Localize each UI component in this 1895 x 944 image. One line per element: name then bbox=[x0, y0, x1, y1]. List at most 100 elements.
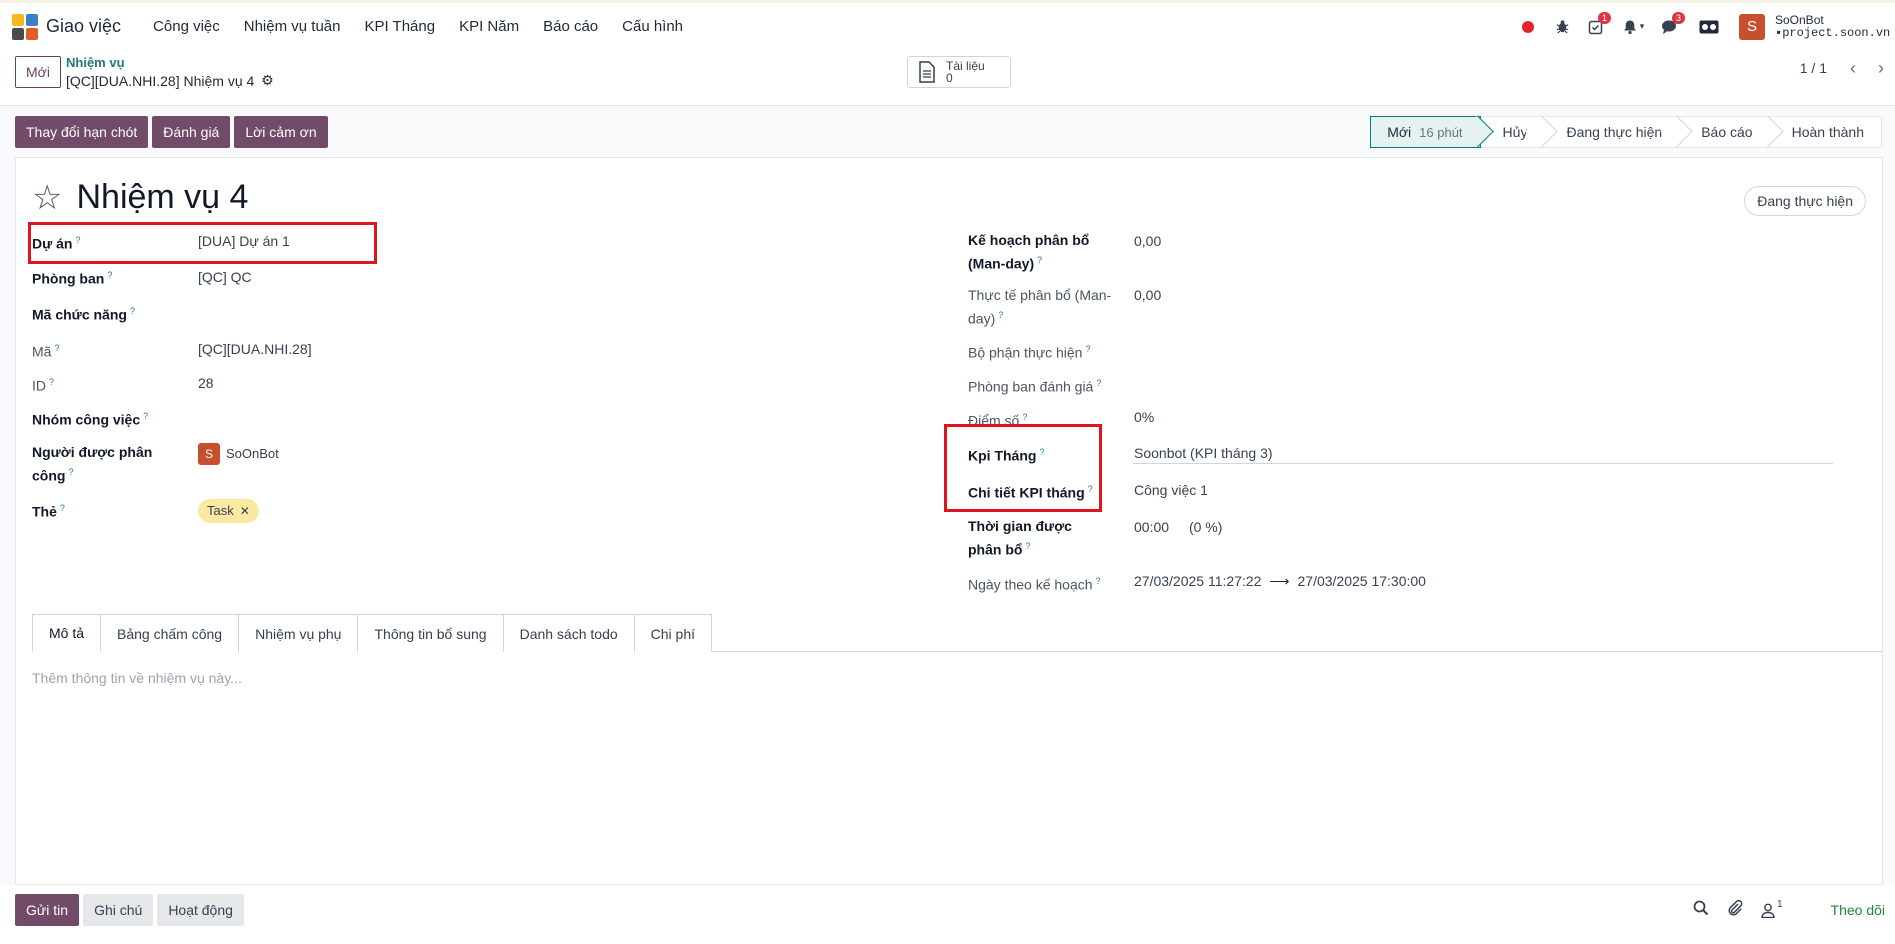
form-sheet: ☆ Nhiệm vụ 4 Đang thực hiện Dự án? [DUA]… bbox=[15, 157, 1883, 885]
chatter-tools: 1 Theo dõi bbox=[1693, 894, 1885, 926]
pager: 1 / 1 ‹ › bbox=[1800, 56, 1895, 80]
evaluate-button[interactable]: Đánh giá bbox=[152, 116, 231, 148]
highlight-project bbox=[28, 222, 377, 264]
stage-new[interactable]: Mới 16 phút bbox=[1370, 116, 1481, 148]
stage-report[interactable]: Báo cáo bbox=[1679, 116, 1770, 148]
star-icon[interactable]: ☆ bbox=[32, 181, 62, 215]
systray: 1 ▾ 3 S SoOnBot ▪project.soon.vn bbox=[1511, 3, 1895, 50]
stage-done[interactable]: Hoàn thành bbox=[1769, 116, 1882, 148]
id-value: 28 bbox=[198, 375, 214, 391]
actual-alloc-label: Thực tế phân bổ (Man-day)? bbox=[968, 287, 1112, 327]
breadcrumb-parent[interactable]: Nhiệm vụ bbox=[66, 55, 125, 70]
followers-count: 1 bbox=[1776, 898, 1783, 910]
remove-tag-icon[interactable]: ✕ bbox=[240, 501, 250, 521]
alloc-time-label: Thời gian được phân bổ? bbox=[968, 518, 1072, 558]
app-logo-icon[interactable] bbox=[12, 13, 38, 40]
menu-cong-viec[interactable]: Công việc bbox=[141, 18, 232, 35]
bug-icon[interactable] bbox=[1545, 12, 1579, 42]
bell-icon[interactable]: ▾ bbox=[1613, 12, 1653, 42]
activity-badge: 1 bbox=[1597, 11, 1611, 24]
eval-dept-label: Phòng ban đánh giá? bbox=[968, 378, 1102, 395]
send-message-button[interactable]: Gửi tin bbox=[15, 894, 80, 926]
kpi-month-field[interactable]: Soonbot (KPI tháng 3) bbox=[1134, 443, 1273, 463]
function-code-label: Mã chức năng? bbox=[32, 306, 135, 323]
header-actions: Thay đổi hạn chót Đánh giá Lời cảm ơn bbox=[15, 116, 328, 148]
plan-date-end[interactable]: 27/03/2025 17:30:00 bbox=[1298, 571, 1426, 591]
plan-alloc-label: Kế hoạch phân bổ (Man-day)? bbox=[968, 232, 1090, 272]
followers-button[interactable]: 1 bbox=[1761, 899, 1783, 918]
id-label: ID? bbox=[32, 377, 55, 394]
stage-new-label: Mới bbox=[1387, 124, 1412, 140]
search-icon[interactable] bbox=[1693, 900, 1709, 920]
tab-extra-info[interactable]: Thông tin bổ sung bbox=[357, 614, 504, 652]
actual-alloc-value: 0,00 bbox=[1134, 287, 1162, 303]
title-row: ☆ Nhiệm vụ 4 bbox=[32, 178, 248, 217]
breadcrumb-current: [QC][DUA.NHI.28] Nhiệm vụ 4 ⚙ bbox=[66, 72, 274, 89]
kpi-detail-field[interactable]: Công việc 1 bbox=[1134, 480, 1208, 500]
record-icon[interactable] bbox=[1511, 12, 1545, 42]
thank-you-button[interactable]: Lời cảm ơn bbox=[234, 116, 328, 148]
app-name[interactable]: Giao việc bbox=[46, 16, 121, 37]
description-editor[interactable]: Thêm thông tin về nhiệm vụ này... bbox=[32, 670, 242, 686]
work-group-label: Nhóm công việc? bbox=[32, 411, 149, 428]
database-name: ▪project.soon.vn bbox=[1775, 25, 1891, 40]
activities-button[interactable]: Hoạt động bbox=[157, 894, 244, 926]
control-panel: Mới Nhiệm vụ [QC][DUA.NHI.28] Nhiệm vụ 4… bbox=[0, 50, 1895, 106]
plan-alloc-field[interactable]: 0,00 bbox=[1134, 231, 1161, 251]
assignee-name: SoOnBot bbox=[226, 446, 279, 461]
tag-task: Task ✕ bbox=[198, 499, 259, 523]
follow-button[interactable]: Theo dõi bbox=[1831, 902, 1885, 918]
user-menu[interactable]: SoOnBot ▪project.soon.vn bbox=[1775, 13, 1895, 40]
top-navbar: Giao việc Công việc Nhiệm vụ tuần KPI Th… bbox=[0, 0, 1895, 50]
tab-description[interactable]: Mô tả bbox=[32, 614, 102, 652]
change-deadline-button[interactable]: Thay đổi hạn chót bbox=[15, 116, 149, 148]
breadcrumb-current-label: [QC][DUA.NHI.28] Nhiệm vụ 4 bbox=[66, 72, 255, 89]
menu-kpi-nam[interactable]: KPI Năm bbox=[447, 18, 531, 35]
chat-icon[interactable]: 3 bbox=[1653, 11, 1687, 42]
plan-date-start[interactable]: 27/03/2025 11:27:22 bbox=[1134, 571, 1261, 591]
switch-company-icon[interactable] bbox=[1687, 12, 1731, 42]
activity-icon[interactable]: 1 bbox=[1579, 11, 1613, 42]
plan-date-label: Ngày theo kế hoạch? bbox=[968, 576, 1101, 593]
assignee-avatar: S bbox=[198, 443, 220, 465]
state-button[interactable]: Đang thực hiện bbox=[1744, 186, 1866, 216]
tags-label: Thẻ? bbox=[32, 503, 65, 520]
task-title[interactable]: Nhiệm vụ 4 bbox=[76, 178, 248, 217]
document-icon bbox=[919, 61, 935, 83]
highlight-kpi bbox=[944, 424, 1102, 512]
assignee-label: Người được phân công? bbox=[32, 444, 153, 484]
code-value: [QC][DUA.NHI.28] bbox=[198, 341, 312, 357]
paperclip-icon[interactable] bbox=[1727, 899, 1743, 920]
stage-duration: 16 phút bbox=[1419, 124, 1463, 140]
code-label: Mã? bbox=[32, 343, 60, 360]
documents-button[interactable]: Tài liệu 0 bbox=[907, 56, 1011, 88]
menu-nhiem-vu-tuan[interactable]: Nhiệm vụ tuần bbox=[232, 18, 353, 35]
log-note-button[interactable]: Ghi chú bbox=[83, 894, 154, 926]
tab-timesheet[interactable]: Bảng chấm công bbox=[100, 614, 240, 652]
score-value: 0% bbox=[1134, 409, 1155, 425]
assignee-field[interactable]: S SoOnBot bbox=[198, 443, 279, 465]
stage-in-progress[interactable]: Đang thực hiện bbox=[1544, 116, 1680, 148]
status-bar: Mới 16 phút Hủy Đang thực hiện Báo cáo H… bbox=[1370, 116, 1882, 148]
new-button[interactable]: Mới bbox=[15, 56, 61, 88]
alloc-time-field[interactable]: 00:00 (0 %) bbox=[1134, 517, 1222, 537]
chat-badge: 3 bbox=[1671, 11, 1685, 24]
user-avatar[interactable]: S bbox=[1739, 13, 1765, 40]
tab-todo-list[interactable]: Danh sách todo bbox=[502, 614, 635, 652]
pager-value[interactable]: 1 / 1 bbox=[1800, 60, 1827, 76]
plan-date-field[interactable]: 27/03/2025 11:27:22 ⟶ 27/03/2025 17:30:0… bbox=[1134, 571, 1426, 591]
user-icon bbox=[1761, 903, 1775, 918]
department-label: Phòng ban? bbox=[32, 270, 113, 287]
department-field[interactable]: [QC] QC bbox=[198, 267, 252, 287]
menu-kpi-thang[interactable]: KPI Tháng bbox=[352, 18, 447, 35]
menu-cau-hinh[interactable]: Cấu hình bbox=[610, 18, 695, 35]
menu-bao-cao[interactable]: Báo cáo bbox=[531, 18, 610, 35]
tab-expenses[interactable]: Chi phí bbox=[633, 614, 713, 652]
chevron-right-icon[interactable]: › bbox=[1867, 56, 1895, 80]
exec-dept-label: Bộ phận thực hiện? bbox=[968, 344, 1091, 361]
gear-icon[interactable]: ⚙ bbox=[261, 72, 274, 89]
main-menu: Công việc Nhiệm vụ tuần KPI Tháng KPI Nă… bbox=[141, 18, 695, 35]
tab-subtasks[interactable]: Nhiệm vụ phụ bbox=[238, 614, 359, 652]
tags-field[interactable]: Task ✕ bbox=[198, 499, 259, 523]
chevron-left-icon[interactable]: ‹ bbox=[1839, 56, 1867, 80]
